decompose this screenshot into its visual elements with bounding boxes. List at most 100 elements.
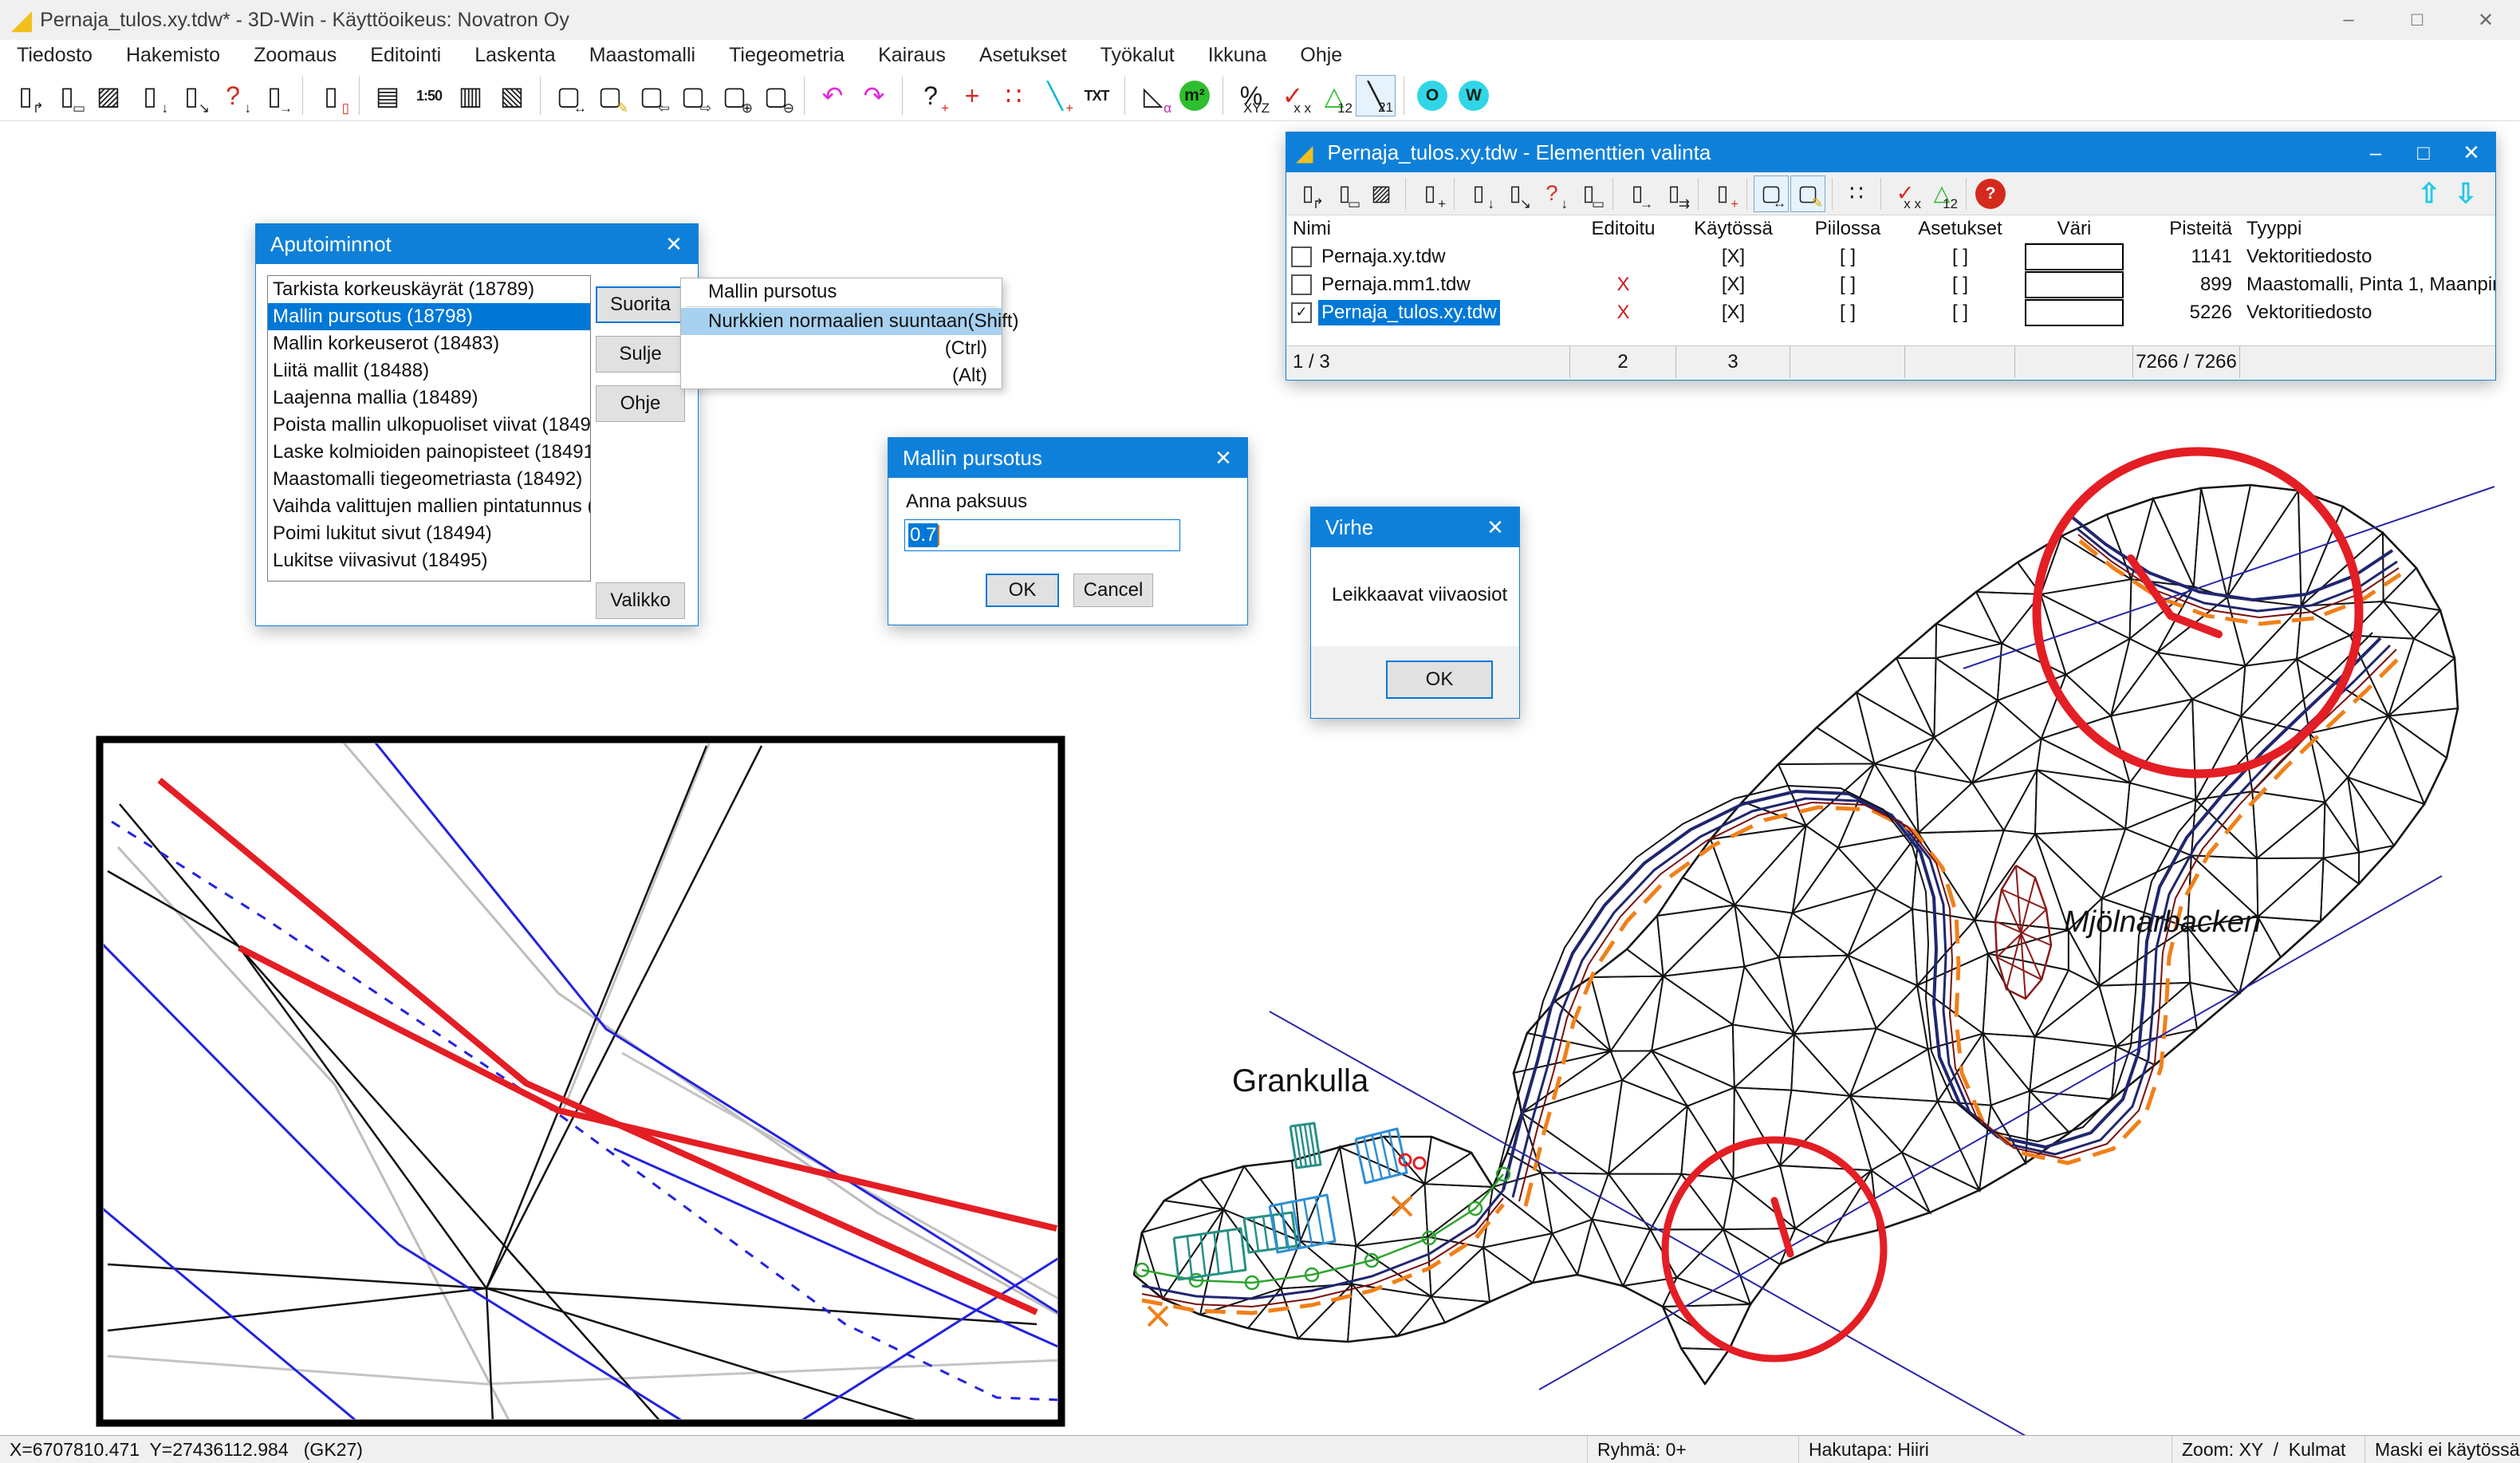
menu-tiedosto[interactable]: Tiedosto — [0, 40, 109, 70]
hidden-flag[interactable]: [ ] — [1790, 274, 1905, 296]
save-file-icon[interactable]: ▯↓ — [1461, 175, 1496, 212]
pursotus-titlebar[interactable]: Mallin pursotus ✕ — [888, 438, 1247, 478]
menu-editointi[interactable]: Editointi — [353, 40, 458, 70]
ok-button[interactable]: OK — [986, 574, 1059, 607]
inuse-flag[interactable]: [X] — [1676, 246, 1790, 268]
export-all-icon[interactable]: ▯⇉ — [1656, 175, 1691, 212]
save-add-icon[interactable]: ▯+ — [1412, 175, 1447, 212]
pan-right-icon[interactable]: ▢⇨ — [673, 75, 713, 116]
close-button[interactable]: ✕ — [2451, 0, 2520, 40]
helper-functions-list[interactable]: Tarkista korkeuskäyrät (18789)Mallin pur… — [267, 275, 591, 582]
move-point-icon[interactable]: ∷ — [994, 75, 1034, 116]
settings-flag[interactable]: [ ] — [1905, 302, 2015, 324]
maximize-icon[interactable]: □ — [2400, 140, 2447, 165]
point-settings-icon[interactable]: ∷ — [1839, 175, 1874, 212]
scroll-up-icon[interactable]: ⇧ — [2411, 178, 2447, 210]
column-header-asetukset[interactable]: Asetukset — [1905, 218, 2015, 240]
close-dialog-button[interactable]: Sulje — [596, 336, 685, 373]
elements-titlebar[interactable]: ◢ Pernaja_tulos.xy.tdw - Elementtien val… — [1286, 132, 2495, 172]
settings-flag[interactable]: [ ] — [1905, 246, 2015, 268]
triangle-count-icon[interactable]: △12 — [1924, 175, 1959, 212]
column-header-piilossa[interactable]: Piilossa — [1790, 218, 1905, 240]
helper-item[interactable]: Poimi lukitut sivut (18494) — [268, 520, 590, 547]
file-name[interactable]: Pernaja_tulos.xy.tdw — [1318, 300, 1500, 325]
maximize-button[interactable]: □ — [2383, 0, 2451, 40]
helper-item[interactable]: Poista mallin ulkopuoliset viivat (18490… — [268, 412, 590, 439]
angle-calc-icon[interactable]: ◺α — [1133, 75, 1173, 116]
helper-item[interactable]: Vaihda valittujen mallien pintatunnus (1… — [268, 493, 590, 520]
page-setup-icon[interactable]: ▥ — [451, 75, 490, 116]
minimize-icon[interactable]: – — [2352, 140, 2400, 165]
inuse-flag[interactable]: [X] — [1676, 302, 1790, 324]
zoom-pen-icon[interactable]: ▢✎ — [1790, 175, 1825, 212]
close-icon[interactable]: ✕ — [650, 232, 698, 257]
save-query-icon[interactable]: ?↓ — [213, 75, 253, 116]
menu-työkalut[interactable]: Työkalut — [1084, 40, 1191, 70]
validate-icon[interactable]: ✓x x — [1273, 75, 1313, 116]
column-header-käytössä[interactable]: Käytössä — [1676, 218, 1790, 240]
export-icon[interactable]: ▯→ — [1620, 175, 1655, 212]
read-model-icon[interactable]: ▨ — [89, 75, 128, 116]
context-menu-item[interactable]: (Ctrl) — [681, 335, 1002, 362]
menu-maastomalli[interactable]: Maastomalli — [573, 40, 712, 70]
hidden-flag[interactable]: [ ] — [1790, 302, 1905, 324]
helper-item[interactable]: Maastomalli tiegeometriasta (18492) — [268, 466, 590, 493]
helper-item[interactable]: Mallin korkeuserot (18483) — [268, 330, 590, 357]
point-info-icon[interactable]: ?+ — [911, 75, 951, 116]
row-checkbox[interactable] — [1291, 246, 1312, 267]
ok-button[interactable]: OK — [1386, 661, 1493, 699]
file-name[interactable]: Pernaja.xy.tdw — [1318, 244, 1449, 270]
save-as-icon[interactable]: ▯↘ — [1498, 175, 1533, 212]
edited-flag[interactable]: X — [1570, 302, 1676, 324]
table-row[interactable]: Pernaja.xy.tdw[X][ ][ ]1141Vektoritiedos… — [1286, 243, 2495, 270]
save-query-icon[interactable]: ?↓ — [1534, 175, 1569, 212]
menu-ohje[interactable]: Ohje — [1283, 40, 1359, 70]
close-icon[interactable]: ✕ — [2447, 140, 2495, 165]
read-file-settings-icon[interactable]: ▯▭ — [47, 75, 87, 116]
triangle-count-icon[interactable]: △12 — [1314, 75, 1354, 116]
minimize-button[interactable]: – — [2314, 0, 2383, 40]
save-settings-icon[interactable]: ▯▭ — [1571, 175, 1606, 212]
coordinate-calc-icon[interactable]: %XYZ — [1231, 75, 1271, 116]
table-row[interactable]: Pernaja.mm1.tdwX[X][ ][ ]899Maastomalli,… — [1286, 270, 2495, 298]
helper-item[interactable]: Mallin pursotus (18798) — [268, 303, 590, 330]
edit-line-icon[interactable]: ╲+ — [1035, 75, 1075, 116]
run-button[interactable]: Suorita — [596, 286, 685, 323]
context-menu-item[interactable]: Nurkkien normaalien suuntaan(Shift) — [681, 308, 1002, 335]
read-file-settings-icon[interactable]: ▯▭ — [1327, 175, 1362, 212]
color-swatch[interactable] — [2025, 299, 2124, 326]
helper-item[interactable]: Laske kolmioiden painopisteet (18491) — [268, 439, 590, 466]
area-calc-icon[interactable]: m² — [1175, 75, 1215, 116]
read-file-icon[interactable]: ▯↱ — [6, 75, 45, 116]
text-icon[interactable]: TXT — [1077, 75, 1116, 116]
pan-left-icon[interactable]: ▢⇦ — [632, 75, 671, 116]
read-file-icon[interactable]: ▯↱ — [1290, 175, 1325, 212]
thickness-input[interactable]: 0.7 — [904, 519, 1180, 551]
virhe-titlebar[interactable]: Virhe ✕ — [1311, 507, 1519, 547]
menu-button[interactable]: Valikko — [596, 582, 685, 619]
read-model-icon[interactable]: ▨ — [1364, 175, 1399, 212]
menu-asetukset[interactable]: Asetukset — [963, 40, 1084, 70]
new-copy-icon[interactable]: ▯+ — [1705, 175, 1740, 212]
fit-view-icon[interactable]: ▢↔ — [1754, 175, 1789, 212]
zoom-out-icon[interactable]: ▢⊖ — [756, 75, 796, 116]
scroll-down-icon[interactable]: ⇩ — [2447, 178, 2484, 210]
color-swatch[interactable] — [2025, 243, 2124, 270]
hidden-flag[interactable]: [ ] — [1790, 246, 1905, 268]
aputoiminnot-titlebar[interactable]: Aputoiminnot ✕ — [256, 224, 698, 264]
close-icon[interactable]: ✕ — [1471, 515, 1519, 540]
print-icon[interactable]: ▤ — [368, 75, 408, 116]
save-file-as-icon[interactable]: ▯↘ — [171, 75, 211, 116]
row-checkbox[interactable] — [1291, 274, 1312, 295]
column-header-väri[interactable]: Väri — [2015, 218, 2133, 240]
close-icon[interactable]: ✕ — [1199, 446, 1247, 471]
print-scale-icon[interactable]: 1:50 — [409, 75, 449, 116]
copy-elements-icon[interactable]: ▯▯ — [311, 75, 351, 116]
column-header-pisteitä[interactable]: Pisteitä — [2133, 218, 2240, 240]
help-icon[interactable]: ? — [1973, 175, 2008, 212]
column-header-editoitu[interactable]: Editoitu — [1570, 218, 1676, 240]
menu-ikkuna[interactable]: Ikkuna — [1191, 40, 1284, 70]
export-file-icon[interactable]: ▯→ — [254, 75, 294, 116]
settings-flag[interactable]: [ ] — [1905, 274, 2015, 296]
color-swatch[interactable] — [2025, 271, 2124, 298]
